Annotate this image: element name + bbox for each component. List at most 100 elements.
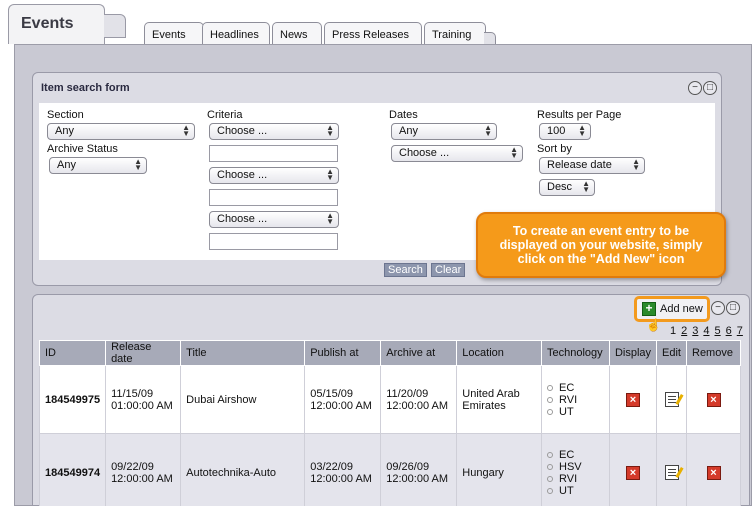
col-archive-at[interactable]: Archive at bbox=[380, 340, 458, 366]
page-6[interactable]: 6 bbox=[726, 325, 732, 337]
col-publish-at[interactable]: Publish at bbox=[304, 340, 382, 366]
collapse-icon[interactable]: − bbox=[711, 301, 725, 315]
criteria-select-3[interactable]: Choose ... ▲ ▼ bbox=[209, 211, 339, 228]
page-3[interactable]: 3 bbox=[692, 325, 698, 337]
sort-order-select[interactable]: Desc ▲ ▼ bbox=[539, 179, 595, 196]
chevron-updown-icon: ▲ ▼ bbox=[582, 179, 590, 194]
criteria-value: Choose ... bbox=[217, 169, 268, 181]
criteria-input-1[interactable] bbox=[209, 145, 338, 162]
sort-value: Release date bbox=[547, 159, 612, 171]
cell-edit bbox=[656, 365, 687, 434]
bullet-icon bbox=[547, 487, 553, 494]
page-5[interactable]: 5 bbox=[715, 325, 721, 337]
display-toggle-icon[interactable]: × bbox=[625, 392, 640, 407]
main-tab-events[interactable]: Events bbox=[8, 4, 105, 44]
chevron-updown-icon: ▲ ▼ bbox=[182, 123, 190, 138]
clear-button[interactable]: Clear bbox=[431, 263, 466, 277]
collapse-icon[interactable]: − bbox=[688, 81, 702, 95]
maximize-icon[interactable]: □ bbox=[703, 81, 717, 95]
tab-events[interactable]: Events bbox=[144, 22, 204, 44]
tab-press-releases[interactable]: Press Releases bbox=[324, 22, 422, 44]
top-tab-bar: Events Events Headlines News Press Relea… bbox=[0, 0, 752, 48]
display-toggle-icon[interactable]: × bbox=[625, 465, 640, 480]
chevron-updown-icon: ▲ ▼ bbox=[326, 167, 334, 182]
page-1[interactable]: 1 bbox=[670, 325, 676, 337]
dates-choose-value: Choose ... bbox=[399, 147, 450, 159]
edit-icon[interactable] bbox=[664, 465, 679, 480]
add-new-label: Add new bbox=[660, 303, 703, 315]
cell-archive-at: 11/20/09 12:00:00 AM bbox=[380, 365, 458, 434]
tech-item: UT bbox=[547, 485, 604, 497]
criteria-value: Choose ... bbox=[217, 125, 268, 137]
col-edit[interactable]: Edit bbox=[656, 340, 687, 366]
dates-select[interactable]: Any ▲ ▼ bbox=[391, 123, 497, 140]
dates-value: Any bbox=[399, 125, 418, 137]
tech-item: EC bbox=[547, 382, 604, 394]
tab-news[interactable]: News bbox=[272, 22, 322, 44]
criteria-select-2[interactable]: Choose ... ▲ ▼ bbox=[209, 167, 339, 184]
rpp-label: Results per Page bbox=[537, 109, 622, 121]
col-remove[interactable]: Remove bbox=[686, 340, 741, 366]
criteria-input-3[interactable] bbox=[209, 233, 338, 250]
release-date: 09/22/09 bbox=[111, 460, 154, 473]
dates-choose-select[interactable]: Choose ... ▲ ▼ bbox=[391, 145, 523, 162]
chevron-updown-icon: ▲ ▼ bbox=[510, 145, 518, 160]
criteria-value: Choose ... bbox=[217, 213, 268, 225]
publish-date: 05/15/09 bbox=[310, 387, 354, 400]
page-7[interactable]: 7 bbox=[737, 325, 743, 337]
remove-icon[interactable]: × bbox=[706, 392, 721, 407]
main-tab-fold bbox=[104, 14, 126, 38]
bullet-icon bbox=[547, 463, 553, 470]
tech-item: RVI bbox=[547, 473, 604, 485]
section-value: Any bbox=[55, 125, 74, 137]
page-4[interactable]: 4 bbox=[703, 325, 709, 337]
criteria-select-1[interactable]: Choose ... ▲ ▼ bbox=[209, 123, 339, 140]
publish-date: 03/22/09 bbox=[310, 460, 354, 473]
bullet-icon bbox=[547, 384, 553, 391]
publish-time: 12:00:00 AM bbox=[310, 472, 372, 485]
technology-list: EC HSV RVI UT bbox=[547, 449, 604, 497]
col-title[interactable]: Title bbox=[180, 340, 306, 366]
cell-publish-at: 05/15/09 12:00:00 AM bbox=[304, 365, 382, 434]
cell-remove: × bbox=[686, 433, 741, 506]
plus-icon: + bbox=[642, 302, 656, 316]
sort-by-select[interactable]: Release date ▲ ▼ bbox=[539, 157, 645, 174]
panel-controls: − □ bbox=[711, 301, 740, 315]
tech-label: RVI bbox=[559, 393, 578, 406]
chevron-updown-icon: ▲ ▼ bbox=[326, 211, 334, 226]
section-select[interactable]: Any ▲ ▼ bbox=[47, 123, 195, 140]
col-technology[interactable]: Technology bbox=[541, 340, 610, 366]
archive-status-select[interactable]: Any ▲ ▼ bbox=[49, 157, 147, 174]
cell-publish-at: 03/22/09 12:00:00 AM bbox=[304, 433, 382, 506]
tech-label: EC bbox=[559, 381, 575, 394]
page-2[interactable]: 2 bbox=[681, 325, 687, 337]
maximize-icon[interactable]: □ bbox=[726, 301, 740, 315]
edit-icon[interactable] bbox=[664, 392, 679, 407]
bullet-icon bbox=[547, 396, 553, 403]
tech-item: RVI bbox=[547, 394, 604, 406]
cell-title: Autotechnika-Auto bbox=[180, 433, 306, 506]
tech-label: HSV bbox=[559, 460, 582, 473]
results-per-page-select[interactable]: 100 ▲ ▼ bbox=[539, 123, 591, 140]
tech-item: HSV bbox=[547, 461, 604, 473]
col-display[interactable]: Display bbox=[608, 340, 658, 366]
criteria-input-2[interactable] bbox=[209, 189, 338, 206]
release-time: 12:00:00 AM bbox=[111, 472, 173, 485]
archive-date: 11/20/09 bbox=[386, 387, 429, 400]
col-location[interactable]: Location bbox=[456, 340, 542, 366]
panel-controls: − □ bbox=[688, 81, 717, 95]
cell-archive-at: 09/26/09 12:00:00 AM bbox=[380, 433, 458, 506]
tech-label: RVI bbox=[559, 472, 578, 485]
tab-training[interactable]: Training bbox=[424, 22, 486, 44]
cell-id: 184549975 bbox=[38, 365, 107, 434]
tech-label: UT bbox=[559, 484, 574, 497]
order-value: Desc bbox=[547, 181, 573, 193]
archive-date: 09/26/09 bbox=[386, 460, 430, 473]
criteria-label: Criteria bbox=[207, 109, 243, 121]
col-id[interactable]: ID bbox=[38, 340, 107, 366]
col-release-date[interactable]: Release date bbox=[105, 340, 182, 366]
remove-icon[interactable]: × bbox=[706, 465, 721, 480]
rpp-value: 100 bbox=[547, 125, 566, 137]
tab-headlines[interactable]: Headlines bbox=[202, 22, 270, 44]
search-button[interactable]: Search bbox=[384, 263, 427, 277]
